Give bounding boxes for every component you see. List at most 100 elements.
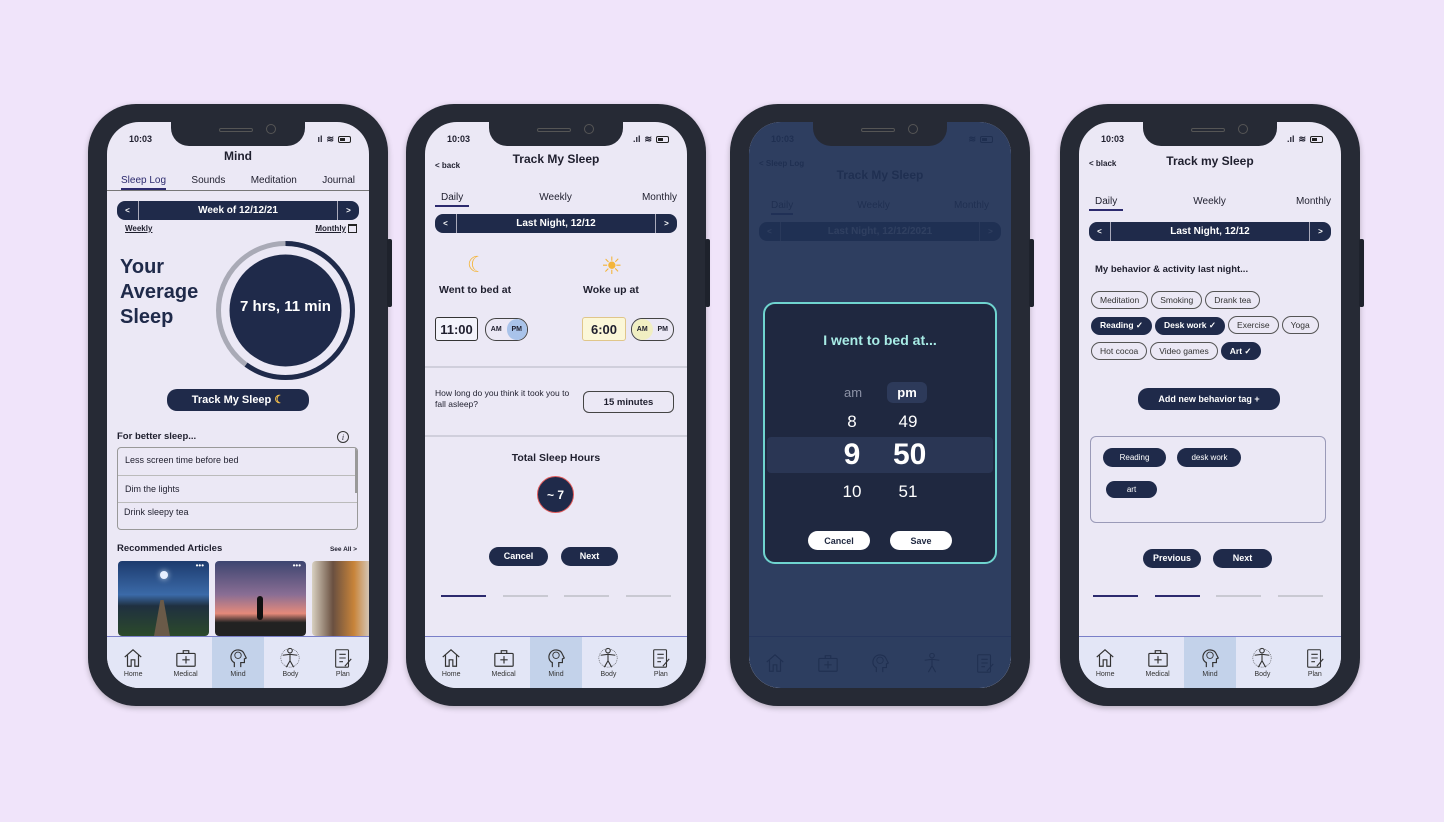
track-my-sleep-button[interactable]: Track My Sleep ☾ xyxy=(167,389,309,411)
behavior-tag[interactable]: Hot cocoa xyxy=(1091,341,1148,360)
nav-medical[interactable]: Medical xyxy=(477,637,529,688)
nav-medical[interactable]: Medical xyxy=(1131,637,1183,688)
prev-week-button[interactable]: < xyxy=(117,201,139,220)
nav-plan[interactable]: Plan xyxy=(317,637,369,688)
behavior-tag[interactable]: Yoga xyxy=(1281,316,1319,334)
previous-button[interactable]: Previous xyxy=(1143,549,1201,568)
tab-weekly[interactable]: Weekly xyxy=(1193,196,1226,211)
wake-label: Woke up at xyxy=(583,284,639,296)
tab-weekly[interactable]: Weekly xyxy=(539,192,572,207)
pm-option-selected[interactable]: PM xyxy=(506,319,527,340)
nav-mind[interactable]: Mind xyxy=(211,637,265,688)
tab-sounds[interactable]: Sounds xyxy=(191,175,225,190)
hour-option[interactable]: 8 xyxy=(837,412,867,432)
wake-time-input[interactable]: 6:00 xyxy=(582,317,626,341)
am-option-selected[interactable]: AM xyxy=(632,319,653,340)
wifi-icon: ≋ xyxy=(644,133,652,144)
mind-head-icon xyxy=(1202,649,1220,668)
behavior-tag-selected[interactable]: Reading ✓ xyxy=(1091,316,1153,335)
more-icon[interactable]: ••• xyxy=(196,561,204,570)
step-indicator xyxy=(502,595,548,597)
article-card-yoga-sunset[interactable]: ••• xyxy=(215,561,306,636)
nav-body[interactable]: Body xyxy=(582,637,634,688)
time-wheel[interactable]: 8 49 9 50 10 51 xyxy=(765,407,995,507)
nav-home[interactable]: Home xyxy=(107,637,159,688)
minute-selected[interactable]: 50 xyxy=(893,438,926,472)
cancel-button[interactable]: Cancel xyxy=(808,531,870,550)
more-icon[interactable]: ••• xyxy=(293,561,301,570)
next-button[interactable]: Next xyxy=(561,547,618,566)
next-day-button[interactable]: > xyxy=(1309,222,1331,241)
date-label: Last Night, 12/12 xyxy=(1170,226,1250,237)
pm-option[interactable]: PM xyxy=(653,319,674,340)
article-card-moonlit-lake[interactable]: ••• xyxy=(118,561,209,636)
behavior-tag[interactable]: Smoking xyxy=(1151,291,1203,309)
monthly-link[interactable]: Monthly xyxy=(315,224,357,233)
save-button[interactable]: Save xyxy=(890,531,952,550)
nav-mind[interactable]: Mind xyxy=(1183,637,1237,688)
behavior-tag-selected[interactable]: Desk work ✓ xyxy=(1155,316,1226,335)
tips-heading: For better sleep... xyxy=(117,431,197,442)
minute-option[interactable]: 49 xyxy=(893,412,923,432)
prev-day-button[interactable]: < xyxy=(1089,222,1111,241)
behavior-tag[interactable]: Video games xyxy=(1150,341,1218,360)
am-option[interactable]: am xyxy=(833,382,873,403)
cancel-button[interactable]: Cancel xyxy=(489,547,548,566)
nav-medical[interactable]: Medical xyxy=(159,637,211,688)
page-title: Track My Sleep xyxy=(512,152,600,166)
fall-asleep-select[interactable]: 15 minutes xyxy=(583,391,674,413)
minute-option[interactable]: 51 xyxy=(893,482,923,502)
nav-body[interactable]: Body xyxy=(1236,637,1288,688)
average-sleep-heading: Your Average Sleep xyxy=(120,256,199,328)
selected-tag[interactable]: Reading xyxy=(1103,448,1166,467)
tab-monthly[interactable]: Monthly xyxy=(642,192,677,207)
divider xyxy=(425,366,687,368)
tips-scrollbar[interactable] xyxy=(355,448,357,493)
tag-row: Reading ✓ Desk work ✓ Exercise Yoga xyxy=(1091,315,1333,341)
plan-clipboard-icon xyxy=(652,649,670,668)
fall-asleep-question: How long do you think it took you to fal… xyxy=(435,388,570,409)
bed-time-input[interactable]: 11:00 xyxy=(435,317,478,341)
pm-option-selected[interactable]: pm xyxy=(887,382,927,403)
tab-monthly[interactable]: Monthly xyxy=(1296,196,1331,211)
next-week-button[interactable]: > xyxy=(337,201,359,220)
hour-option[interactable]: 10 xyxy=(837,482,867,502)
see-all-link[interactable]: See All > xyxy=(330,546,357,553)
behavior-tag[interactable]: Meditation xyxy=(1091,291,1149,309)
info-icon[interactable]: i xyxy=(337,431,349,443)
add-behavior-tag-button[interactable]: Add new behavior tag + xyxy=(1138,388,1280,410)
behavior-tag[interactable]: Exercise xyxy=(1228,316,1279,334)
nav-body[interactable]: Body xyxy=(264,637,316,688)
nav-home[interactable]: Home xyxy=(425,637,477,688)
bottom-nav: Home Medical Mind Body Plan xyxy=(107,636,369,688)
bed-ampm-toggle[interactable]: AM PM xyxy=(485,318,528,341)
behavior-tag-selected[interactable]: Art ✓ xyxy=(1220,342,1261,360)
step-indicator xyxy=(1154,595,1200,597)
weekly-link[interactable]: Weekly xyxy=(125,224,152,233)
step-indicator xyxy=(441,595,486,597)
tab-daily[interactable]: Daily xyxy=(435,192,470,207)
wake-ampm-toggle[interactable]: AM PM xyxy=(631,318,674,341)
tab-journal[interactable]: Journal xyxy=(322,175,355,190)
modal-title: I went to bed at... xyxy=(823,332,937,348)
tab-sleep-log[interactable]: Sleep Log xyxy=(121,175,167,190)
nav-plan[interactable]: Plan xyxy=(1289,637,1341,688)
tab-daily[interactable]: Daily xyxy=(1089,196,1124,211)
tab-meditation[interactable]: Meditation xyxy=(251,175,297,190)
nav-home[interactable]: Home xyxy=(1079,637,1131,688)
hour-selected[interactable]: 9 xyxy=(837,438,867,472)
article-card-meditation[interactable] xyxy=(312,561,369,636)
home-icon xyxy=(442,648,460,667)
prev-day-button[interactable]: < xyxy=(435,214,457,233)
medical-kit-icon xyxy=(175,650,196,667)
next-day-button[interactable]: > xyxy=(655,214,677,233)
total-sleep-value: ~ 7 xyxy=(537,476,574,513)
am-option[interactable]: AM xyxy=(486,319,507,340)
phone-bedtime-picker: 10:03 ≋ < Sleep Log Track My Sleep Daily… xyxy=(730,104,1034,706)
selected-tag[interactable]: desk work xyxy=(1177,448,1242,467)
selected-tag[interactable]: art xyxy=(1106,481,1157,498)
behavior-tag[interactable]: Drank tea xyxy=(1205,291,1261,309)
next-button[interactable]: Next xyxy=(1213,549,1272,568)
nav-mind[interactable]: Mind xyxy=(529,637,583,688)
nav-plan[interactable]: Plan xyxy=(635,637,687,688)
